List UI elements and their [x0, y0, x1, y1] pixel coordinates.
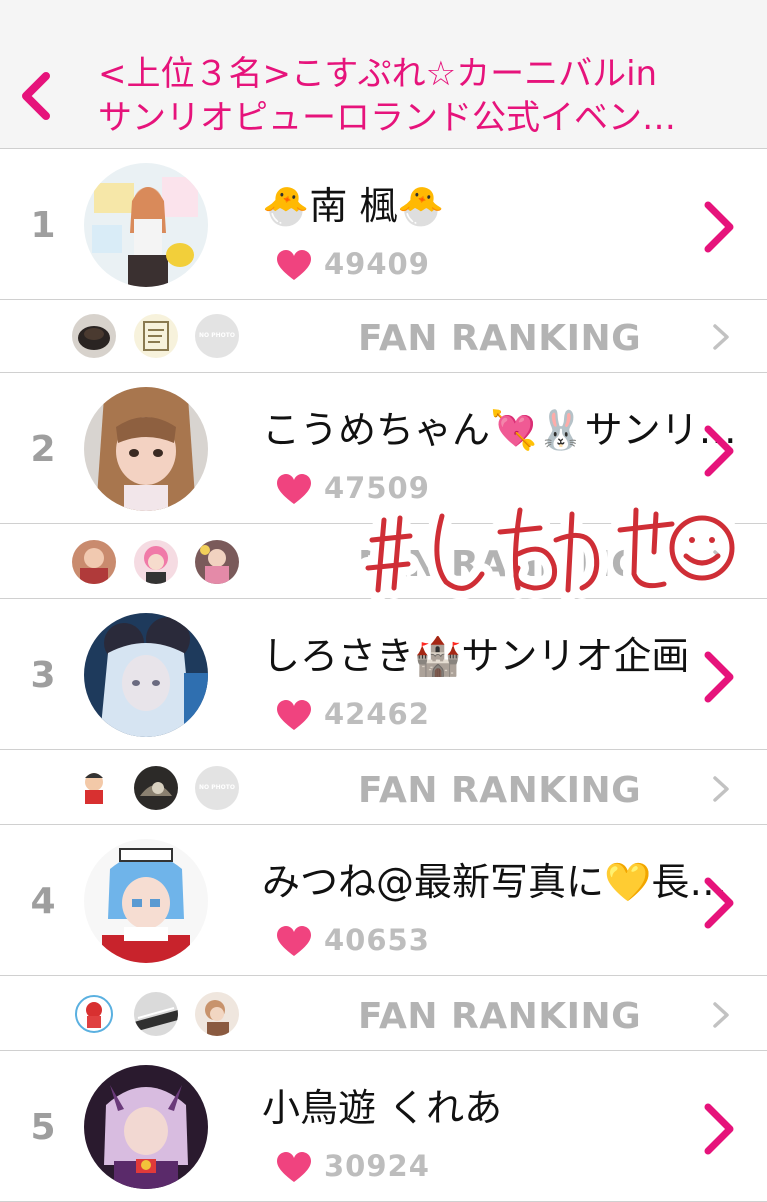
fan-ranking-label: FAN RANKING — [358, 996, 642, 1037]
heart-count: 30924 — [324, 1149, 430, 1183]
heart-icon — [277, 474, 311, 504]
fan-ranking-row-3[interactable]: NO PHOTO FAN RANKING — [0, 752, 767, 825]
user-name: 小鳥遊 くれあ — [262, 1086, 503, 1130]
chevron-right-icon[interactable] — [710, 774, 732, 804]
fan-avatar — [72, 766, 116, 810]
handwritten-hashtag-stamp — [357, 499, 743, 601]
user-name: 🐣南 楓🐣 — [262, 184, 445, 228]
user-name: しろさき🏰サンリオ企画 — [262, 634, 690, 678]
heart-icon — [277, 1152, 311, 1182]
chevron-right-icon[interactable] — [700, 197, 738, 257]
ranking-row-4[interactable]: 4 みつね@最新写真に💛長… 40653 — [0, 825, 767, 976]
chevron-right-icon[interactable] — [700, 647, 738, 707]
avatar — [84, 613, 208, 737]
fan-avatar — [72, 992, 116, 1036]
fan-avatar-no-photo: NO PHOTO — [195, 766, 239, 810]
chevron-right-icon[interactable] — [710, 322, 732, 352]
chevron-right-icon[interactable] — [710, 1000, 732, 1030]
rank-number: 2 — [30, 429, 56, 470]
fan-avatar — [134, 992, 178, 1036]
avatar — [84, 387, 208, 511]
fan-avatar — [195, 992, 239, 1036]
fan-avatar-no-photo: NO PHOTO — [195, 314, 239, 358]
rank-number: 5 — [30, 1107, 56, 1148]
fan-avatar — [134, 766, 178, 810]
rank-number: 4 — [30, 881, 56, 922]
rank-number: 1 — [30, 205, 56, 246]
fan-avatar — [195, 540, 239, 584]
chevron-right-icon[interactable] — [700, 1099, 738, 1159]
avatar — [84, 1065, 208, 1189]
ranking-row-1[interactable]: 1 🐣南 楓🐣 49409 — [0, 149, 767, 300]
fan-ranking-row-4[interactable]: FAN RANKING — [0, 978, 767, 1051]
heart-count: 49409 — [324, 247, 430, 281]
ranking-row-5[interactable]: 5 小鳥遊 くれあ 30924 — [0, 1051, 767, 1202]
user-name: こうめちゃん💘🐰サンリ… — [262, 408, 737, 452]
ranking-row-3[interactable]: 3 しろさき🏰サンリオ企画 42462 — [0, 599, 767, 750]
chevron-left-icon — [22, 72, 50, 120]
fan-ranking-label: FAN RANKING — [358, 318, 642, 359]
avatar — [84, 839, 208, 963]
heart-icon — [277, 700, 311, 730]
page-title-line2: サンリオピューロランド公式イベン… — [98, 98, 676, 138]
rank-number: 3 — [30, 655, 56, 696]
heart-icon — [277, 250, 311, 280]
avatar — [84, 163, 208, 287]
page-title-line1: <上位３名>こすぷれ☆カーニバルin — [98, 54, 658, 94]
fan-ranking-label: FAN RANKING — [358, 770, 642, 811]
fan-ranking-row-1[interactable]: NO PHOTO FAN RANKING — [0, 300, 767, 373]
fan-avatar — [134, 314, 178, 358]
heart-icon — [277, 926, 311, 956]
fan-avatar — [72, 540, 116, 584]
heart-count: 42462 — [324, 697, 430, 731]
user-name: みつね@最新写真に💛長… — [262, 860, 728, 904]
heart-count: 40653 — [324, 923, 430, 957]
fan-avatar — [134, 540, 178, 584]
chevron-right-icon[interactable] — [700, 873, 738, 933]
back-button[interactable] — [14, 66, 58, 126]
fan-avatar — [72, 314, 116, 358]
page-title: <上位３名>こすぷれ☆カーニバルin サンリオピューロランド公式イベン… — [98, 52, 748, 140]
nav-header: <上位３名>こすぷれ☆カーニバルin サンリオピューロランド公式イベン… — [0, 0, 767, 149]
